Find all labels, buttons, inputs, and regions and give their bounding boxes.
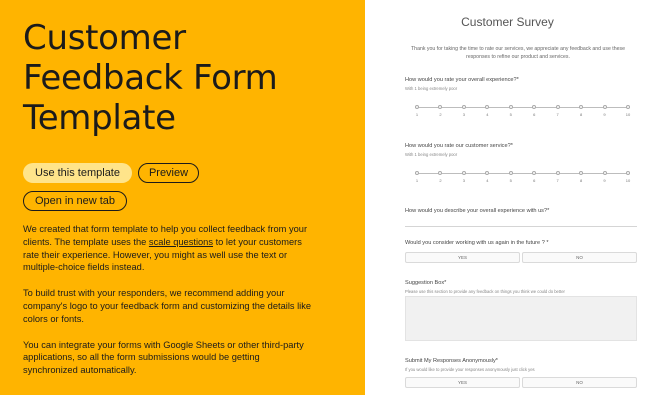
scale-label: 2	[439, 112, 442, 117]
question-overall-experience: How would you rate your overall experien…	[405, 77, 519, 83]
scale-label: 8	[579, 112, 583, 117]
yes-option[interactable]: YES	[405, 377, 520, 388]
description-paragraph-3: You can integrate your forms with Google…	[23, 339, 304, 376]
suggestion-textarea[interactable]	[405, 296, 637, 341]
scale-track	[415, 107, 630, 108]
form-preview: Customer Survey Thank you for taking the…	[365, 0, 650, 395]
scale-option[interactable]	[508, 105, 513, 109]
scale-label: 10	[625, 178, 631, 183]
yes-option[interactable]: YES	[405, 252, 520, 263]
scale-option[interactable]	[626, 105, 630, 109]
scale-label: 8	[579, 178, 583, 183]
scale-questions-link[interactable]: scale questions	[149, 237, 213, 247]
question-suggestion-box: Suggestion Box*	[405, 280, 447, 286]
question-customer-service: How would you rate our customer service?…	[405, 143, 513, 149]
question-work-again: Would you consider working with us again…	[405, 240, 549, 246]
scale-option[interactable]	[461, 105, 466, 109]
yes-no-choice-anonymous: YES NO	[405, 377, 637, 388]
no-option[interactable]: NO	[522, 252, 637, 263]
no-option[interactable]: NO	[522, 377, 637, 388]
survey-title: Customer Survey	[461, 15, 554, 29]
description-paragraph-1: We created that form template to help yo…	[23, 223, 313, 274]
scale-option[interactable]	[438, 105, 443, 109]
scale-label: 7	[556, 178, 559, 183]
scale-option[interactable]	[602, 105, 607, 109]
scale-option[interactable]	[438, 171, 443, 175]
page: Customer Feedback Form Template Use this…	[0, 0, 650, 395]
question-anonymous: Submit My Responses Anonymously*	[405, 358, 498, 364]
scale-label: 1	[415, 112, 419, 117]
description-paragraph-2: To build trust with your responders, we …	[23, 288, 312, 324]
scale-option[interactable]	[579, 171, 584, 175]
secondary-actions: Open in new tab	[23, 191, 365, 211]
scale-label: 10	[625, 112, 631, 117]
scale-option[interactable]	[461, 171, 466, 175]
page-title: Customer Feedback Form Template	[23, 18, 278, 138]
scale-option[interactable]	[508, 171, 513, 175]
scale-option[interactable]	[415, 171, 419, 175]
scale-label: 3	[462, 178, 465, 183]
scale-label: 9	[603, 112, 606, 117]
question-describe-experience: How would you describe your overall expe…	[405, 208, 550, 214]
scale-label: 9	[603, 178, 606, 183]
question-hint: Please use this section to provide any f…	[405, 289, 565, 294]
scale-option[interactable]	[532, 105, 537, 109]
scale-label: 4	[486, 178, 489, 183]
question-hint: With 1 being extremely poor	[405, 86, 458, 91]
rating-scale-overall[interactable]: 1 2 3 4 5 6 7 8 9 10	[415, 104, 631, 117]
scale-label: 2	[439, 178, 442, 183]
scale-option[interactable]	[485, 171, 490, 175]
scale-option[interactable]	[415, 105, 419, 109]
open-new-tab-button[interactable]: Open in new tab	[23, 191, 127, 211]
survey-intro: Thank you for taking the time to rate ou…	[411, 46, 625, 60]
use-template-button[interactable]: Use this template	[23, 163, 132, 183]
scale-label: 5	[509, 112, 512, 117]
scale-label: 6	[533, 112, 536, 117]
question-hint: If you would like to provide your respon…	[405, 367, 535, 372]
action-buttons: Use this template Preview	[23, 163, 365, 183]
scale-label: 3	[462, 112, 465, 117]
scale-track	[415, 173, 630, 174]
rating-scale-service[interactable]: 1 2 3 4 5 6 7 8 9 10	[415, 170, 631, 183]
scale-option[interactable]	[602, 171, 607, 175]
scale-option[interactable]	[532, 171, 537, 175]
question-hint: With 1 being extremely poor	[405, 152, 458, 157]
scale-option[interactable]	[579, 105, 584, 109]
scale-option[interactable]	[555, 171, 560, 175]
scale-label: 6	[533, 178, 536, 183]
yes-no-choice-work-again: YES NO	[405, 252, 637, 263]
answer-text-field[interactable]	[405, 226, 637, 227]
preview-button[interactable]: Preview	[138, 163, 199, 183]
scale-option[interactable]	[555, 105, 560, 109]
scale-option[interactable]	[485, 105, 490, 109]
scale-label: 1	[415, 178, 419, 183]
scale-label: 5	[509, 178, 512, 183]
scale-option[interactable]	[626, 171, 630, 175]
scale-label: 4	[486, 112, 489, 117]
scale-label: 7	[556, 112, 559, 117]
template-info-panel: Customer Feedback Form Template Use this…	[0, 0, 365, 395]
